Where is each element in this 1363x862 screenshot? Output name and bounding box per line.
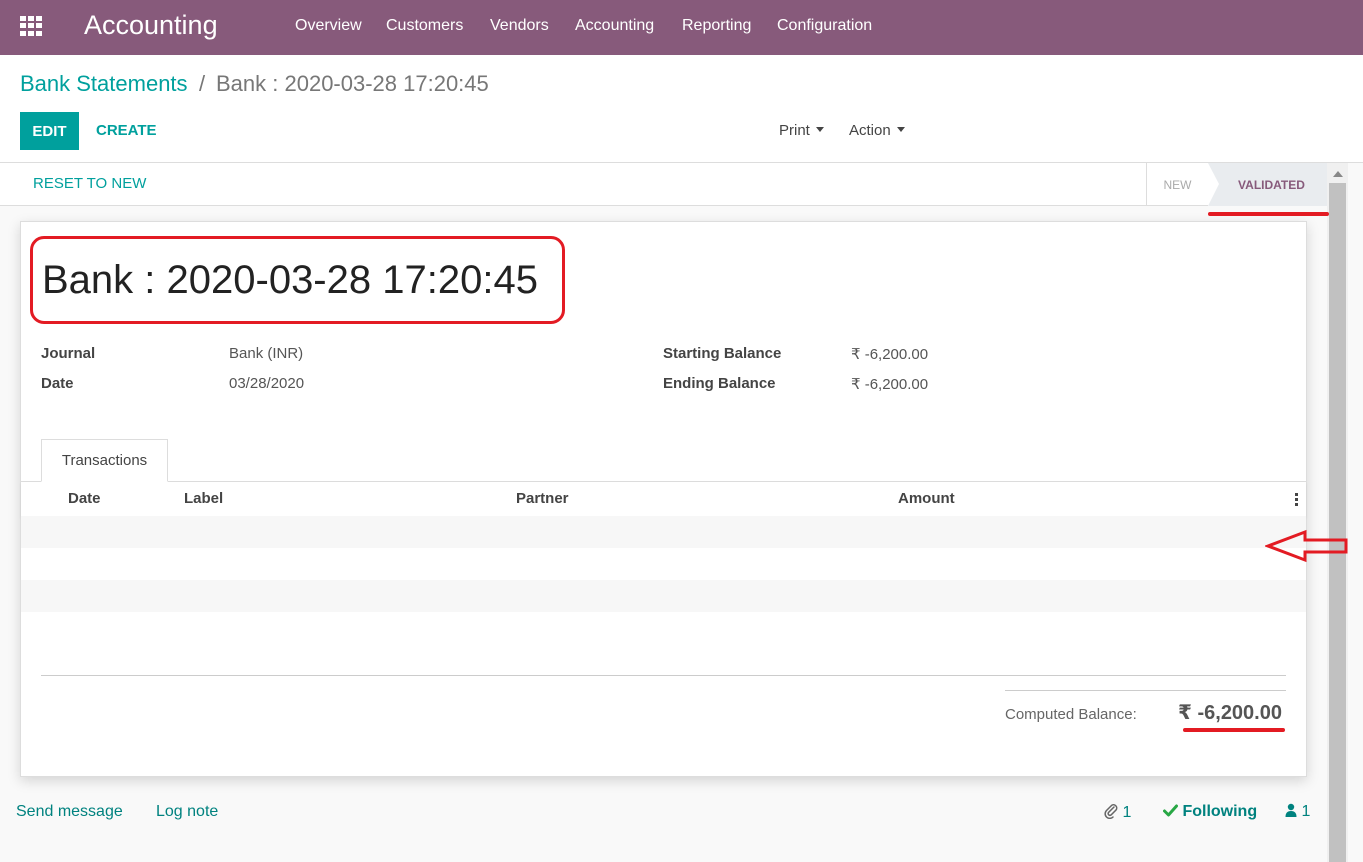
column-label[interactable]: Label bbox=[184, 490, 223, 507]
create-button[interactable]: CREATE bbox=[96, 122, 157, 139]
menu-accounting[interactable]: Accounting bbox=[575, 17, 654, 35]
starting-balance-value: ₹ -6,200.00 bbox=[851, 346, 929, 363]
computed-balance-label: Computed Balance: bbox=[1005, 706, 1137, 723]
column-partner[interactable]: Partner bbox=[516, 490, 569, 507]
breadcrumb-bank-statements[interactable]: Bank Statements bbox=[20, 71, 188, 97]
menu-customers[interactable]: Customers bbox=[386, 17, 463, 35]
stage-validated[interactable]: VALIDATED bbox=[1208, 163, 1327, 206]
followers-count: 1 bbox=[1301, 803, 1311, 820]
journal-value[interactable]: Bank (INR) bbox=[229, 345, 303, 362]
scrollbar-thumb[interactable] bbox=[1329, 183, 1346, 862]
ending-balance-value: ₹ -6,200.00 bbox=[851, 376, 929, 393]
stage-new[interactable]: NEW bbox=[1146, 163, 1208, 206]
user-icon bbox=[1285, 803, 1297, 817]
table-row bbox=[21, 580, 1306, 612]
annotation-arrow-icon bbox=[1265, 529, 1348, 563]
log-note-button[interactable]: Log note bbox=[156, 803, 218, 821]
table-row bbox=[21, 516, 1306, 548]
following-label: Following bbox=[1182, 803, 1258, 820]
attachments-button[interactable]: 1 bbox=[1104, 803, 1131, 822]
date-value: 03/28/2020 bbox=[229, 375, 305, 392]
caret-down-icon bbox=[896, 127, 905, 132]
date-label: Date bbox=[41, 375, 74, 392]
annotation-underline-validated bbox=[1208, 212, 1329, 216]
action-dropdown[interactable]: Action bbox=[849, 122, 905, 139]
paperclip-icon bbox=[1104, 804, 1118, 820]
breadcrumb-current: Bank : 2020-03-28 17:20:45 bbox=[216, 71, 489, 96]
stage-validated-label: VALIDATED bbox=[1238, 177, 1305, 192]
table-bottom-divider bbox=[41, 675, 1286, 676]
caret-down-icon bbox=[815, 127, 824, 132]
totals-divider bbox=[1005, 690, 1286, 691]
app-title[interactable]: Accounting bbox=[84, 10, 218, 41]
column-options-icon[interactable] bbox=[1295, 493, 1298, 506]
menu-overview[interactable]: Overview bbox=[295, 17, 362, 35]
annotation-underline-balance bbox=[1183, 728, 1285, 732]
menu-configuration[interactable]: Configuration bbox=[777, 17, 872, 35]
followers-button[interactable]: 1 bbox=[1285, 803, 1310, 821]
table-row bbox=[21, 548, 1306, 580]
checkmark-icon bbox=[1163, 804, 1178, 817]
ending-balance-label: Ending Balance bbox=[663, 375, 776, 392]
menu-vendors[interactable]: Vendors bbox=[490, 17, 549, 35]
window-edge bbox=[1348, 163, 1363, 862]
reset-to-new-button[interactable]: RESET TO NEW bbox=[33, 175, 146, 192]
apps-grid-icon[interactable] bbox=[20, 16, 42, 36]
scroll-up-arrow-icon[interactable] bbox=[1333, 171, 1343, 177]
control-panel: Bank Statements / Bank : 2020-03-28 17:2… bbox=[0, 55, 1363, 163]
edit-button[interactable]: EDIT bbox=[20, 112, 79, 150]
top-navbar: Accounting Overview Customers Vendors Ac… bbox=[0, 0, 1363, 55]
column-amount[interactable]: Amount bbox=[898, 490, 955, 507]
computed-balance-value: ₹ -6,200.00 bbox=[1178, 702, 1282, 724]
attachments-count: 1 bbox=[1122, 804, 1132, 821]
send-message-button[interactable]: Send message bbox=[16, 803, 123, 821]
print-label: Print bbox=[779, 122, 810, 139]
transactions-table-header: Date Label Partner Amount bbox=[21, 482, 1306, 516]
journal-label: Journal bbox=[41, 345, 96, 362]
following-button[interactable]: Following bbox=[1163, 803, 1257, 821]
print-dropdown[interactable]: Print bbox=[779, 122, 824, 139]
menu-reporting[interactable]: Reporting bbox=[682, 17, 751, 35]
breadcrumb-separator: / bbox=[199, 71, 206, 96]
tab-transactions[interactable]: Transactions bbox=[41, 439, 168, 482]
action-label: Action bbox=[849, 122, 891, 139]
column-date[interactable]: Date bbox=[68, 490, 101, 507]
status-bar: RESET TO NEW NEW VALIDATED bbox=[0, 163, 1327, 206]
annotation-highlight-box bbox=[30, 236, 565, 324]
vertical-scrollbar[interactable] bbox=[1327, 163, 1348, 862]
starting-balance-label: Starting Balance bbox=[663, 345, 782, 362]
